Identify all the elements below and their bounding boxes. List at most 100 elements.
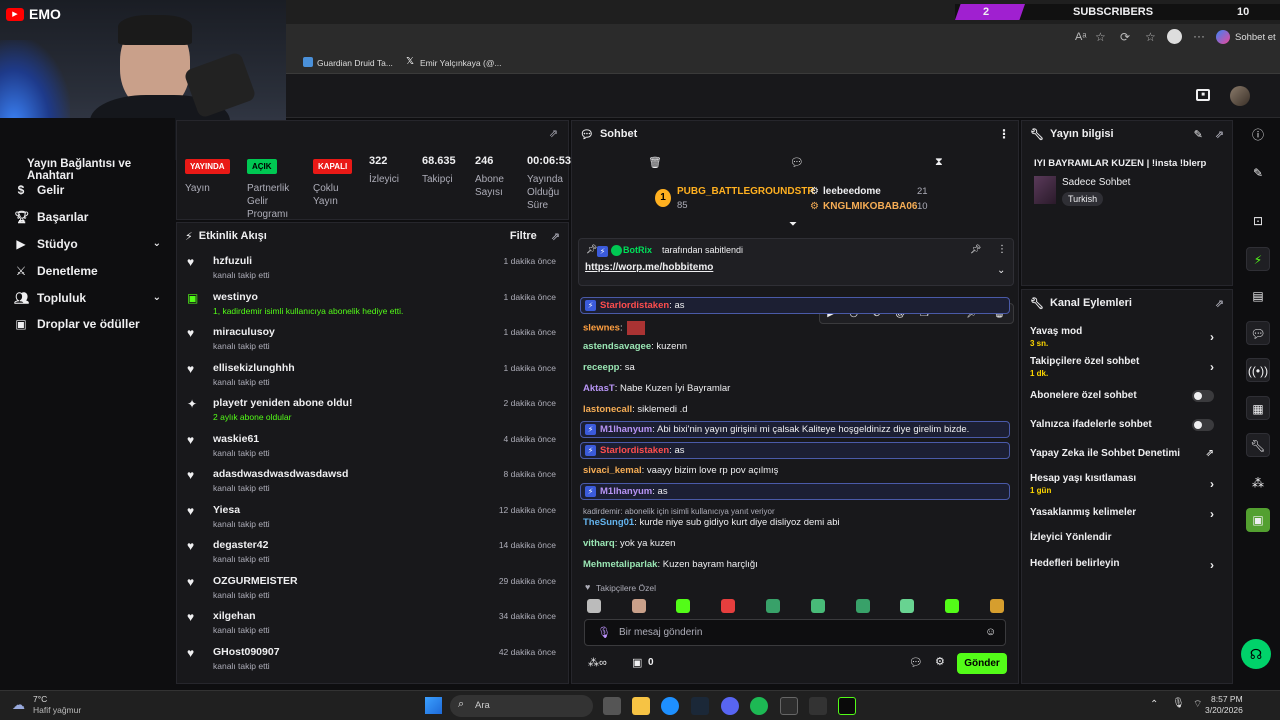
user-avatar[interactable]: [1230, 86, 1250, 106]
emote[interactable]: [676, 599, 690, 613]
sidebar-item-topluluk[interactable]: 👥︎ Topluluk ⌄: [0, 284, 175, 311]
pin-icon[interactable]: 📌︎: [970, 244, 981, 255]
chat-username[interactable]: Starlordistaken: [600, 445, 669, 456]
activity-item[interactable]: ♥ OZGURMEISTER kanalı takip etti 29 dakika …: [177, 569, 568, 605]
chat-username[interactable]: lastonecall: [583, 404, 632, 415]
emote[interactable]: [990, 599, 1004, 613]
chat-message[interactable]: slewnes:: [583, 321, 645, 335]
windows-start-icon[interactable]: [425, 697, 442, 714]
steam-icon[interactable]: [691, 697, 709, 715]
age-limit-row[interactable]: Hesap yaşı kısıtlaması 1 gün ›: [1030, 473, 1226, 495]
chat-username[interactable]: Mehmetaliparlak: [583, 559, 657, 570]
filter-button[interactable]: Filtre: [510, 230, 537, 242]
activity-item[interactable]: ▣ westinyo 1, kadirdemir isimli kullanıcıy…: [177, 285, 568, 321]
emote-chat-toggle[interactable]: [1192, 419, 1214, 431]
emote[interactable]: [856, 599, 870, 613]
points-icon[interactable]: ⁂∞: [588, 656, 607, 669]
more-menu-icon[interactable]: ···: [1193, 29, 1205, 43]
document-icon[interactable]: ▤: [1246, 284, 1270, 308]
emote[interactable]: [587, 599, 601, 613]
notifications-icon[interactable]: ■: [1196, 89, 1210, 101]
emote[interactable]: [766, 599, 780, 613]
activity-item[interactable]: ♥ miraculusoy kanalı takip etti 1 dakika ön…: [177, 320, 568, 356]
chat-message[interactable]: receepp: sa: [583, 362, 635, 373]
chat-username[interactable]: TheSung01: [583, 517, 634, 528]
chat-message[interactable]: Mehmetaliparlak: Kuzen bayram harçlığı: [583, 559, 758, 570]
wrench-icon[interactable]: 🔧︎: [1246, 433, 1270, 457]
category-name[interactable]: Sadece Sohbet: [1062, 177, 1130, 188]
chevron-down-icon[interactable]: ⌄: [997, 265, 1005, 276]
info-icon[interactable]: ⓘ: [1246, 123, 1270, 147]
tray-chevron-icon[interactable]: ⌃: [1150, 699, 1158, 710]
sidebar-item-denetleme[interactable]: ⚔ Denetleme: [0, 257, 175, 284]
chat-username[interactable]: M1lhanyum: [600, 424, 652, 435]
chat-input[interactable]: 🎙︎ Bir mesaj gönderin ☺: [584, 619, 1006, 646]
activity-item[interactable]: ♥ GHost090907 kanalı takip etti 42 dakika ö…: [177, 640, 568, 676]
goals-row[interactable]: Hedefleri belirleyin ›: [1030, 558, 1226, 572]
collapse-icon[interactable]: ⏷: [789, 219, 797, 230]
leader-3-name[interactable]: KNGLMIKOBABA06: [823, 201, 917, 212]
subs-chat-toggle[interactable]: [1192, 390, 1214, 402]
sidebar-item-droplar[interactable]: ▣ Droplar ve ödüller: [0, 311, 175, 338]
file-explorer-icon[interactable]: [632, 697, 650, 715]
mic-icon[interactable]: 🎙︎: [1172, 698, 1185, 709]
emote[interactable]: [900, 599, 914, 613]
chat-message[interactable]: ⚡ M1lhanyum: Abi bixi'nin yayın girişini …: [585, 424, 969, 435]
chat-username[interactable]: AktasT: [583, 383, 615, 394]
edit-icon[interactable]: ✎: [1246, 161, 1270, 185]
spotify-icon[interactable]: [750, 697, 768, 715]
activity-item[interactable]: ♥ waskie61 kanalı takip etti 4 dakika önce: [177, 427, 568, 463]
pinned-link[interactable]: https://worp.me/hobbitemo: [585, 262, 713, 273]
profile-icon[interactable]: [1167, 29, 1182, 44]
activity-item[interactable]: ♥ degaster42 kanalı takip etti 14 dakika ön…: [177, 533, 568, 569]
chat-username[interactable]: Starlordistaken: [600, 300, 669, 311]
copilot-label[interactable]: Sohbet et: [1235, 32, 1276, 43]
app-icon[interactable]: ▣: [1246, 508, 1270, 532]
copilot-icon[interactable]: [1216, 30, 1230, 44]
activity-item[interactable]: ♥ xilgehan kanalı takip etti 34 dakika önce: [177, 604, 568, 640]
emote[interactable]: [721, 599, 735, 613]
taskbar-search[interactable]: ⌕ Ara: [450, 695, 593, 717]
leader-2-name[interactable]: leebeedome: [823, 186, 881, 197]
chat-username[interactable]: receepp: [583, 362, 619, 373]
discord-icon[interactable]: [721, 697, 739, 715]
bookmark-2[interactable]: Emir Yalçınkaya (@...: [420, 58, 502, 68]
slow-mode-row[interactable]: Yavaş mod 3 sn. ›: [1030, 326, 1226, 348]
send-button[interactable]: Gönder: [957, 653, 1007, 674]
banned-words-row[interactable]: Yasaklanmış kelimeler ›: [1030, 507, 1226, 521]
weather-desc[interactable]: Hafif yağmur: [33, 705, 81, 715]
chat-message[interactable]: lastonecall: siklemedi .d: [583, 404, 688, 415]
lightning-icon[interactable]: ⚡: [1246, 247, 1270, 271]
layout-icon[interactable]: ▦: [1246, 396, 1270, 420]
chat-username[interactable]: vitharq: [583, 538, 615, 549]
help-headset-icon[interactable]: ☊: [1241, 639, 1271, 669]
extensions-icon[interactable]: ⟳: [1120, 30, 1130, 44]
gift-icon[interactable]: ▣: [632, 656, 642, 669]
pinned-author[interactable]: BotRix: [623, 245, 652, 255]
trash-icon[interactable]: 🗑︎: [648, 156, 662, 169]
popout-icon[interactable]: ⇗: [1215, 297, 1224, 310]
popout-icon[interactable]: ⇗: [1215, 128, 1224, 141]
chat-bubble-icon[interactable]: 💬︎: [1246, 321, 1270, 345]
sidebar-item-studyo[interactable]: ▶ Stüdyo ⌄: [0, 231, 175, 258]
chat-message[interactable]: vitharq: yok ya kuzen: [583, 538, 675, 549]
leader-1-name[interactable]: PUBG_BATTLEGROUNDSTR: [677, 186, 815, 197]
emote[interactable]: [632, 599, 646, 613]
task-view-icon[interactable]: [603, 697, 621, 715]
chat-message[interactable]: ⚡ Starlordistaken: as: [585, 300, 684, 311]
more-vert-icon[interactable]: ⋮: [997, 244, 1007, 255]
emoji-icon[interactable]: ☺: [985, 626, 996, 638]
hourglass-icon[interactable]: ⧗: [935, 156, 943, 169]
read-aloud-icon[interactable]: Aᵃ: [1075, 31, 1086, 43]
chat-message[interactable]: ⚡ M1lhanyum: as: [585, 486, 668, 497]
activity-item[interactable]: ✦ playetr yeniden abone oldu! 2 aylık abon…: [177, 391, 568, 427]
activity-item[interactable]: ♥ ellisekizlunghhh kanalı takip etti 1 daki…: [177, 356, 568, 392]
edge-icon[interactable]: [661, 697, 679, 715]
chat-username[interactable]: slewnes: [583, 323, 620, 334]
kick-icon[interactable]: [838, 697, 856, 715]
bookmark-1[interactable]: Guardian Druid Ta...: [317, 58, 393, 68]
favorites-icon[interactable]: ☆: [1145, 30, 1156, 44]
clock-date[interactable]: 3/20/2026: [1205, 705, 1243, 715]
popout-icon[interactable]: ⇗: [549, 127, 558, 140]
ai-mod-row[interactable]: Yapay Zeka ile Sohbet Denetimi ⇗: [1030, 448, 1226, 459]
